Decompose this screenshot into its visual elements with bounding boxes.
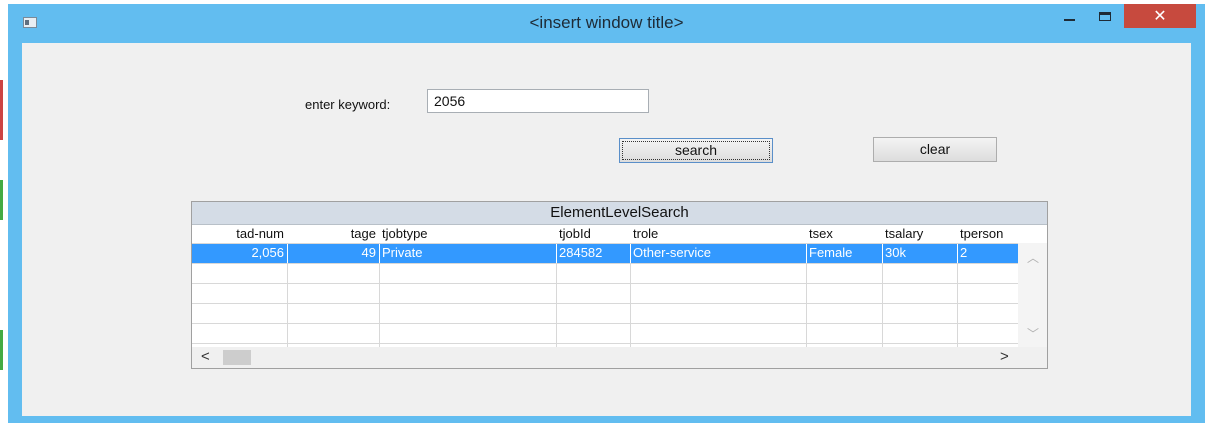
table-cell[interactable]: 2,056 [192, 244, 287, 263]
grid-line [192, 343, 1018, 344]
table-cell[interactable]: 2 [957, 244, 1018, 263]
grid-line [192, 323, 1018, 324]
grid-title: ElementLevelSearch [192, 202, 1047, 225]
chevron-right-icon[interactable]: > [1000, 348, 1009, 365]
selection-divider [630, 244, 631, 263]
table-cell[interactable]: Other-service [630, 244, 806, 263]
title-bar[interactable]: <insert window title> ✕ [8, 4, 1205, 42]
grid-line [192, 263, 1018, 264]
maximize-icon [1099, 11, 1111, 21]
selection-divider [379, 244, 380, 263]
maximize-button[interactable] [1088, 4, 1122, 28]
focus-rect [622, 141, 770, 160]
clear-button-label: clear [919, 141, 951, 157]
column-header-tage[interactable]: tage [287, 225, 379, 244]
chevron-up-icon[interactable]: ︿ [1027, 249, 1039, 266]
column-header-trole[interactable]: trole [630, 225, 806, 244]
table-cell[interactable]: Female [806, 244, 882, 263]
desktop-edge-mark [0, 180, 3, 220]
selection-divider [556, 244, 557, 263]
horizontal-scrollbar[interactable]: < > [192, 347, 1047, 368]
table-cell[interactable]: Private [379, 244, 556, 263]
desktop-edge [0, 0, 8, 425]
minimize-icon [1063, 19, 1075, 21]
close-icon: ✕ [1153, 8, 1167, 25]
client-area: enter keyword: search clear ElementLevel… [22, 43, 1191, 416]
desktop-edge-mark [0, 80, 3, 140]
grid-line [192, 303, 1018, 304]
window-title: <insert window title> [529, 13, 684, 32]
selection-divider [287, 244, 288, 263]
keyword-input[interactable] [427, 89, 649, 113]
keyword-label: enter keyword: [305, 97, 391, 112]
selection-divider [957, 244, 958, 263]
clear-button[interactable]: clear [873, 137, 997, 162]
minimize-button[interactable] [1052, 4, 1086, 28]
column-header-tjobtype[interactable]: tjobtype [379, 225, 556, 244]
selection-divider [806, 244, 807, 263]
column-header-tad-num[interactable]: tad-num [192, 225, 287, 244]
chevron-left-icon[interactable]: < [201, 348, 210, 365]
selection-divider [882, 244, 883, 263]
app-window: <insert window title> ✕ enter keyword: s… [8, 4, 1205, 423]
table-cell[interactable]: 284582 [556, 244, 630, 263]
column-header-tsex[interactable]: tsex [806, 225, 882, 244]
grid-line [192, 283, 1018, 284]
grid-header-row: tad-num tage tjobtype tjobId trole tsex … [192, 225, 1047, 243]
results-grid[interactable]: ElementLevelSearch tad-num tage tjobtype… [191, 201, 1048, 369]
desktop-edge-mark [0, 330, 3, 370]
table-cell[interactable]: 30k [882, 244, 957, 263]
vertical-scrollbar[interactable]: ︿ ﹀ [1018, 243, 1047, 347]
close-button[interactable]: ✕ [1124, 4, 1196, 28]
column-header-tsalary[interactable]: tsalary [882, 225, 957, 244]
column-header-tjobid[interactable]: tjobId [556, 225, 630, 244]
table-row[interactable]: 2,056 49 Private 284582 Other-service Fe… [192, 244, 1018, 263]
chevron-down-icon[interactable]: ﹀ [1027, 325, 1039, 342]
scrollbar-thumb[interactable] [223, 350, 251, 365]
column-header-tperson[interactable]: tperson [957, 225, 1018, 244]
search-button[interactable]: search [619, 138, 773, 163]
table-cell[interactable]: 49 [287, 244, 379, 263]
